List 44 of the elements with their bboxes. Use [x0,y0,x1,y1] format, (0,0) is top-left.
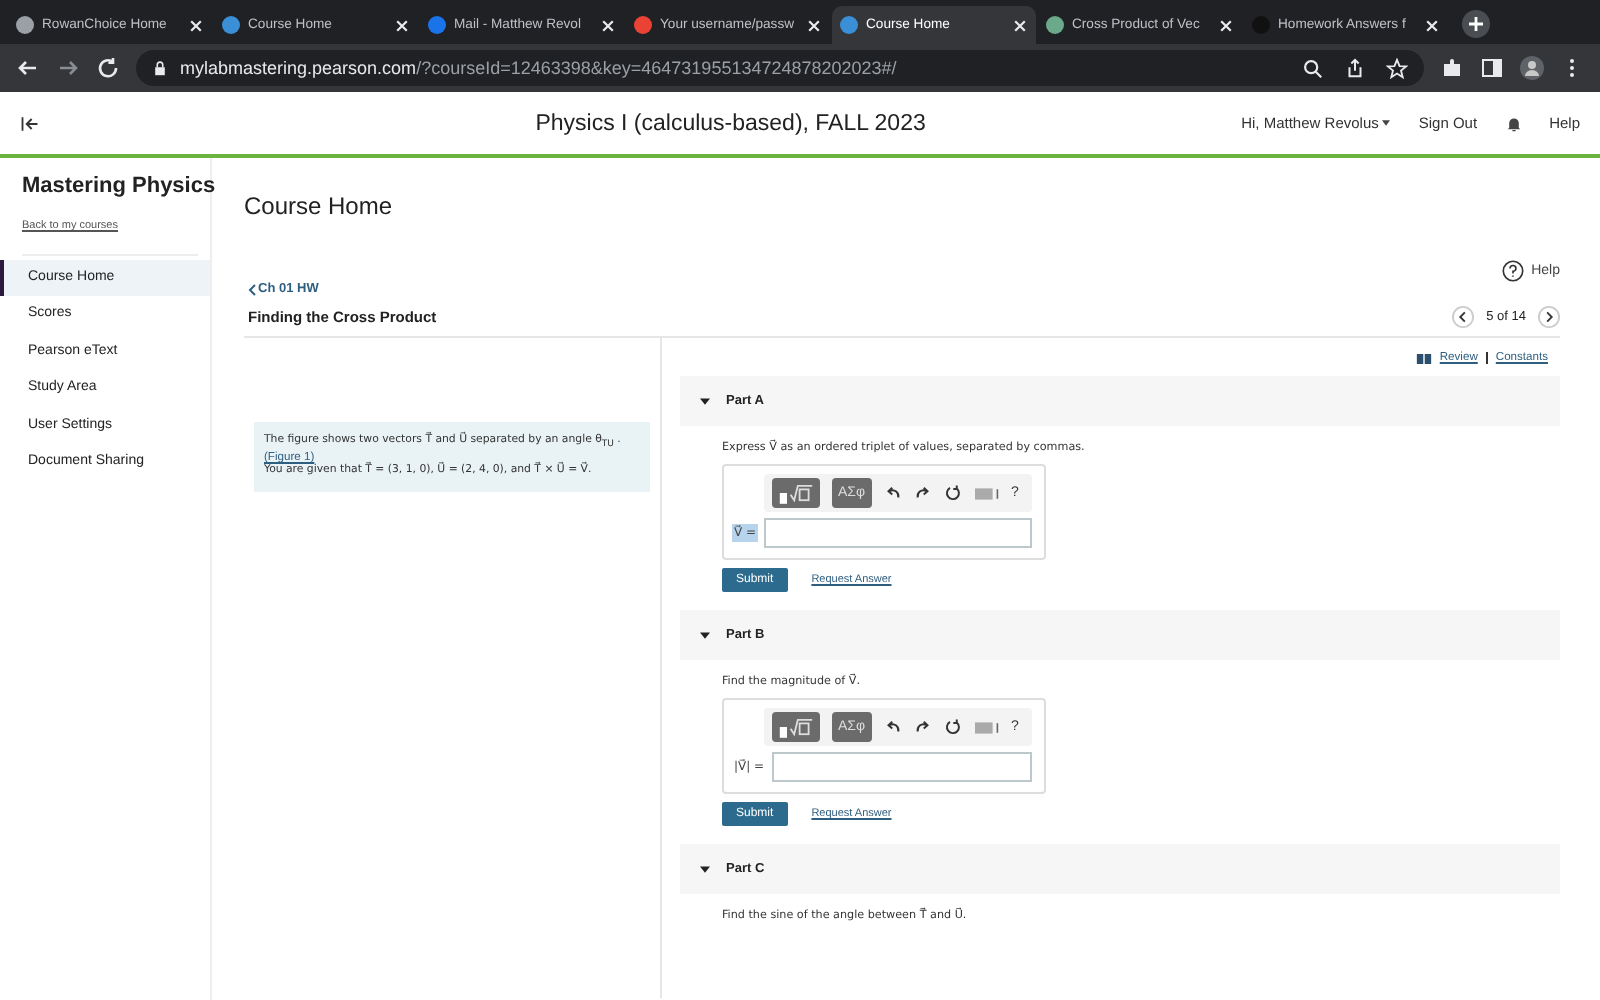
answer-input[interactable] [764,518,1032,548]
redo-icon[interactable] [913,718,932,736]
radical-icon [778,716,814,738]
undo-icon[interactable] [883,718,902,736]
page-title: Course Home [244,192,395,224]
new-tab-icon[interactable] [1462,10,1490,38]
previous-icon[interactable] [1452,306,1475,328]
chevron-left-icon [248,283,256,295]
keyboard-icon[interactable] [973,485,1000,501]
next-icon[interactable] [1538,306,1560,328]
close-icon[interactable] [806,17,822,33]
undo-icon[interactable] [883,484,902,502]
avatar-icon[interactable] [1520,56,1544,80]
redo-icon[interactable] [913,484,932,502]
close-icon[interactable] [1424,17,1440,33]
collapse-icon[interactable] [20,113,40,133]
close-icon[interactable] [600,17,616,33]
sidebar-icon[interactable] [1480,56,1504,80]
close-icon[interactable] [394,17,410,33]
answer-input[interactable] [772,752,1032,782]
radical-icon [778,482,814,504]
templates-button[interactable] [772,712,820,742]
templates-button[interactable] [772,478,820,508]
star-icon[interactable] [1386,57,1408,79]
product-title: Mastering Physics [22,174,216,202]
reset-icon[interactable] [943,484,962,502]
close-icon[interactable] [1012,17,1028,33]
back-arrow-icon[interactable] [16,56,40,80]
question-icon [1501,260,1524,282]
close-icon[interactable] [1218,17,1234,33]
caret-icon [1382,120,1391,126]
course-title: Physics I (calculus-based), FALL 2023 [533,111,928,135]
lock-icon [152,60,168,76]
bell-icon[interactable] [1505,115,1522,131]
keyboard-icon[interactable] [973,719,1000,735]
zoom-icon[interactable] [1302,57,1324,79]
share-icon[interactable] [1344,57,1366,79]
reload-icon[interactable] [96,56,120,80]
forward-arrow-icon[interactable] [56,56,80,80]
close-icon[interactable] [188,17,204,33]
book-icon [1415,353,1432,363]
reset-icon[interactable] [943,718,962,736]
puzzle-icon[interactable] [1440,56,1464,80]
address-bar[interactable]: mylabmastering.pearson.com/?courseId=12463398&key=464731955134724878202023#/ [136,50,1424,86]
